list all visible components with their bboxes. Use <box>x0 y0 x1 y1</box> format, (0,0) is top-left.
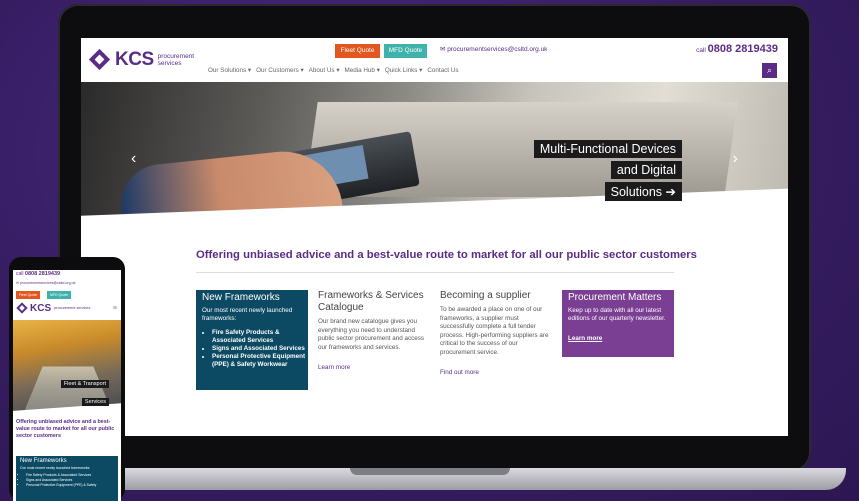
supplier-find-out-more-link[interactable]: Find out more <box>440 369 479 376</box>
framework-item[interactable]: Personal Protective Equipment (PPE) & Sa… <box>212 353 308 369</box>
fleet-quote-button[interactable]: Fleet Quote <box>335 44 380 58</box>
search-icon: ⌕ <box>766 65 773 75</box>
call-label: call <box>696 47 706 54</box>
nav-about-us[interactable]: About Us ▾ <box>309 67 340 74</box>
hero-caption-line: Multi-Functional Devices <box>533 140 682 158</box>
phone-number: 0808 2819439 <box>707 43 778 55</box>
mobile-framework-item[interactable]: Personal Protective Equipment (PPE) & Sa… <box>26 483 118 488</box>
mobile-phone-number: 0808 2819439 <box>24 271 61 277</box>
nav-contact-us[interactable]: Contact Us <box>427 67 458 74</box>
laptop-notch <box>350 468 510 475</box>
catalogue-column: Frameworks & Services Catalogue Our bran… <box>318 290 430 374</box>
mobile-tagline: Offering unbiased advice and a best-valu… <box>16 419 115 439</box>
mobile-email-text: procurementservices@csltd.org.uk <box>20 281 76 285</box>
mfd-quote-button[interactable]: MFD Quote <box>384 44 427 58</box>
nav-our-customers[interactable]: Our Customers ▾ <box>256 67 304 74</box>
hero-caption-line: Solutions ➔ <box>604 182 682 201</box>
mail-icon: ✉ <box>440 46 446 53</box>
procurement-matters-learn-more-link[interactable]: Learn more <box>568 335 602 342</box>
catalogue-body: Our brand new catalogue gives you everyt… <box>318 318 425 351</box>
mobile-phone-link[interactable]: call 0808 2819439 <box>16 271 60 277</box>
mobile-new-frameworks-box: New Frameworks Our most recent newly lau… <box>16 456 118 501</box>
logo-subtitle: procurement services <box>157 53 195 67</box>
mobile-mfd-quote-button[interactable]: MFD Quote <box>47 291 71 299</box>
phone-link[interactable]: call 0808 2819439 <box>696 43 778 55</box>
chevron-left-icon[interactable]: ‹ <box>131 150 136 168</box>
laptop-screen: KCS procurement services Fleet Quote MFD… <box>81 38 788 436</box>
mobile-call-label: call <box>16 271 24 277</box>
nav-our-solutions[interactable]: Our Solutions ▾ <box>208 67 251 74</box>
hero-banner: ‹ › Multi-Functional Devices and Digital… <box>81 82 788 222</box>
new-frameworks-intro: Our most recent newly launched framework… <box>202 307 293 322</box>
mobile-hero-banner: Fleet & Transport Services <box>13 320 121 415</box>
catalogue-title: Frameworks & Services Catalogue <box>318 290 424 313</box>
mobile-new-frameworks-intro: Our most recent newly launched framework… <box>20 466 91 470</box>
email-text: procurementservices@csltd.org.uk <box>447 46 548 53</box>
hero-caption-line: and Digital <box>610 161 682 179</box>
procurement-matters-body: Keep up to date with all our latest edit… <box>568 307 666 322</box>
mobile-kcs-logo[interactable]: KCS procurement services <box>16 302 90 314</box>
procurement-matters-box: Procurement Matters Keep up to date with… <box>562 290 674 357</box>
catalogue-learn-more-link[interactable]: Learn more <box>318 364 350 371</box>
mail-icon: ✉ <box>16 281 20 285</box>
kcs-logo[interactable]: KCS procurement services <box>88 47 202 73</box>
supplier-column: Becoming a supplier To be awarded a plac… <box>440 290 552 379</box>
new-frameworks-box: New Frameworks Our most recent newly lau… <box>196 290 308 390</box>
main-nav: Our Solutions ▾ Our Customers ▾ About Us… <box>208 67 458 74</box>
email-link[interactable]: ✉ procurementservices@csltd.org.uk <box>440 45 547 53</box>
mobile-new-frameworks-title: New Frameworks <box>20 458 67 464</box>
phone-screen: call 0808 2819439 ✉ procurementservices@… <box>13 270 121 501</box>
mobile-hero-caption[interactable]: Fleet & Transport Services <box>60 372 109 408</box>
supplier-body: To be awarded a place on one of our fram… <box>440 306 549 356</box>
mobile-hero-caption-line: Fleet & Transport <box>60 380 109 388</box>
feature-columns: New Frameworks Our most recent newly lau… <box>196 290 674 390</box>
mobile-email-link[interactable]: ✉ procurementservices@csltd.org.uk <box>16 281 75 285</box>
procurement-matters-title: Procurement Matters <box>568 292 662 303</box>
nav-media-hub[interactable]: Media Hub ▾ <box>344 67 379 74</box>
new-frameworks-title: New Frameworks <box>202 292 280 303</box>
hamburger-menu-icon[interactable]: ≡ <box>113 305 117 312</box>
logo-text: KCS <box>115 49 154 70</box>
site-header: KCS procurement services Fleet Quote MFD… <box>81 38 788 82</box>
hero-caption[interactable]: Multi-Functional Devices and Digital Sol… <box>533 140 682 204</box>
framework-item[interactable]: Signs and Associated Services <box>212 345 308 353</box>
tagline: Offering unbiased advice and a best-valu… <box>196 249 697 261</box>
chevron-right-icon[interactable]: › <box>733 150 738 168</box>
search-button[interactable]: ⌕ <box>762 63 777 78</box>
nav-quick-links[interactable]: Quick Links ▾ <box>385 67 422 74</box>
diamond-logo-icon <box>88 48 111 71</box>
mobile-logo-subtitle: procurement services <box>54 306 91 310</box>
mobile-fleet-quote-button[interactable]: Fleet Quote <box>16 291 40 299</box>
divider <box>196 272 674 273</box>
framework-item[interactable]: Fire Safety Products & Associated Servic… <box>212 329 308 345</box>
mobile-hero-caption-line: Services <box>81 398 109 406</box>
mobile-logo-text: KCS <box>30 302 52 314</box>
supplier-title: Becoming a supplier <box>440 290 531 301</box>
diamond-logo-icon <box>16 302 28 314</box>
